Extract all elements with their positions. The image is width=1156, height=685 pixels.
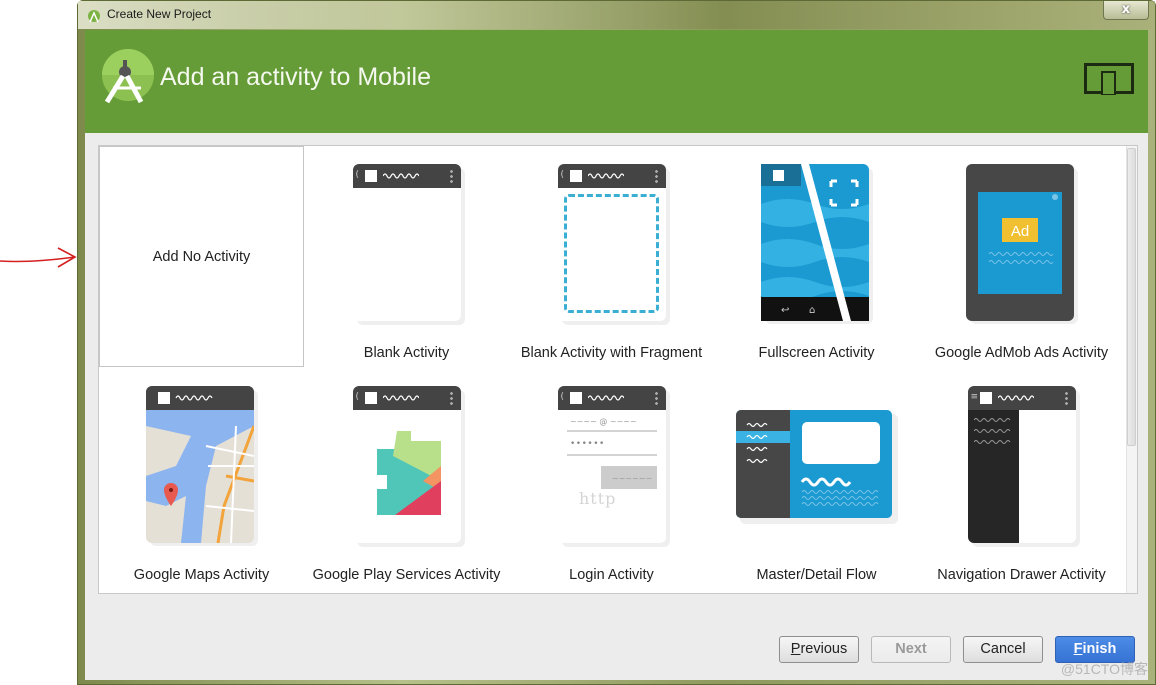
svg-text:⌂: ⌂ <box>809 305 815 316</box>
master-detail-thumbnail-icon <box>735 410 898 524</box>
tile-label: Login Activity <box>569 567 654 583</box>
dialog-content: Add an activity to Mobile Add No Activit… <box>85 30 1148 680</box>
blank-fragment-thumbnail-icon: ( <box>557 164 666 321</box>
red-annotation-arrow <box>0 247 77 268</box>
tile-navigation-drawer-activity[interactable]: ≡ Navigation Drawer Activity <box>919 368 1124 588</box>
tile-label: Master/Detail Flow <box>756 567 877 583</box>
tile-label: Google Maps Activity <box>133 567 270 583</box>
tile-blank-activity[interactable]: ( Blank Activity <box>304 146 509 366</box>
title-bar[interactable]: Create New Project x <box>78 1 1155 29</box>
tile-add-no-activity[interactable]: Add No Activity <box>99 146 304 367</box>
window-title: Create New Project <box>107 7 212 21</box>
tile-google-maps-activity[interactable]: Google Maps Activity <box>99 368 304 588</box>
tile-label: Navigation Drawer Activity <box>937 567 1106 583</box>
gallery-scrollbar[interactable] <box>1126 146 1137 593</box>
tile-fullscreen-activity[interactable]: ↩ ⌂ Fullscreen Activity <box>714 146 919 366</box>
tile-admob-activity[interactable]: Ad Google AdMob Ads Activity <box>919 146 1124 366</box>
tile-master-detail-flow[interactable]: Master/Detail Flow <box>714 368 919 588</box>
play-services-thumbnail-icon: ( <box>352 386 461 543</box>
tile-label: Google AdMob Ads Activity <box>934 345 1109 361</box>
svg-text:↩: ↩ <box>781 305 789 316</box>
page-title: Add an activity to Mobile <box>160 63 431 91</box>
tile-label: Blank Activity with Fragment <box>520 345 703 361</box>
activity-gallery: Add No Activity ( Blank Activity (Blank… <box>98 145 1138 594</box>
fullscreen-thumbnail-icon: ↩ ⌂ <box>760 164 873 324</box>
ad-badge: Ad <box>1010 223 1028 240</box>
svg-text:••••••: •••••• <box>570 439 605 449</box>
corner-watermark: @51CTO博客 <box>1060 661 1148 677</box>
tile-label: Fullscreen Activity <box>758 345 875 361</box>
close-button[interactable]: x <box>1103 1 1149 20</box>
android-studio-icon <box>88 10 100 23</box>
android-studio-logo-icon <box>102 49 154 104</box>
header-banner: Add an activity to Mobile <box>85 30 1148 133</box>
login-thumbnail-icon: ( ~~~~ @ ~~~~ •••••• ~~~~~~ <box>557 386 666 543</box>
tile-label: Google Play Services Activity <box>312 567 501 583</box>
tile-play-services-activity[interactable]: ( Google Play Services Activity <box>304 368 509 588</box>
blank-activity-thumbnail-icon: ( <box>352 164 461 321</box>
nav-drawer-thumbnail-icon: ≡ <box>967 386 1076 543</box>
tile-label: Add No Activity <box>152 249 251 265</box>
previous-button[interactable]: Previous <box>779 636 859 663</box>
svg-text:~~~~ @ ~~~~: ~~~~ @ ~~~~ <box>570 417 637 426</box>
tile-blank-activity-fragment[interactable]: ( Blank Activity with Fragment <box>509 146 714 366</box>
admob-thumbnail-icon: Ad <box>965 164 1078 324</box>
next-button[interactable]: Next <box>871 636 951 663</box>
tile-login-activity[interactable]: ( ~~~~ @ ~~~~ •••••• ~~~~~~ Login Activi… <box>509 368 714 588</box>
desktop-background: Create New Project x Add an activity to … <box>0 0 1156 685</box>
url-watermark: http <box>579 489 617 508</box>
maps-thumbnail-icon <box>145 386 258 546</box>
cancel-button[interactable]: Cancel <box>963 636 1043 663</box>
svg-text:~~~~~~: ~~~~~~ <box>612 474 652 483</box>
tile-label: Blank Activity <box>363 345 450 361</box>
phone-tablet-icon <box>1084 63 1134 95</box>
scrollbar-thumb[interactable] <box>1127 148 1136 446</box>
create-new-project-dialog: Create New Project x Add an activity to … <box>77 0 1156 685</box>
